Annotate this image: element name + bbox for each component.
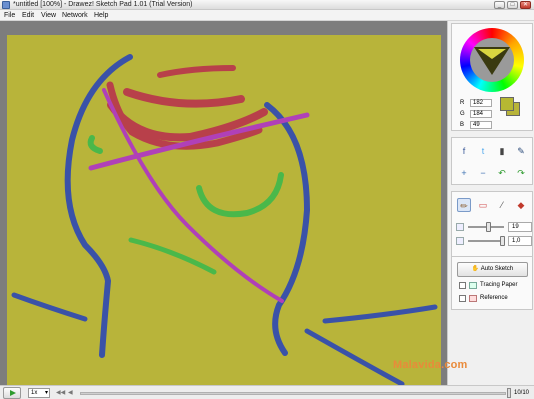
green-value-field[interactable]: 184 [470, 110, 492, 118]
workspace [0, 21, 447, 393]
auto-sketch-button[interactable]: ✋ Auto Sketch [457, 262, 528, 277]
sketch-strokes [11, 54, 438, 387]
stroke-green-eye-left [87, 135, 103, 154]
stroke-blue-right-shoulder [304, 328, 405, 387]
stroke-red-1 [157, 65, 236, 78]
stroke-blue-right-arm [322, 304, 438, 324]
tracing-paper-row[interactable]: Tracing Paper [459, 281, 531, 290]
stroke-green-mouth [128, 237, 217, 275]
tracing-paper-checkbox[interactable] [459, 282, 466, 289]
opacity-track[interactable] [468, 240, 504, 242]
close-button[interactable]: ✕ [520, 1, 531, 9]
share-view-group: f t ▮ ✎ + − ↶ ↷ [451, 137, 533, 185]
red-label: R [460, 100, 465, 106]
undo-icon[interactable]: ↶ [495, 166, 509, 180]
eraser-icon[interactable]: ▭ [476, 198, 490, 212]
zoom-in-icon[interactable]: + [457, 166, 471, 180]
menu-file[interactable]: File [4, 10, 15, 21]
brush-size-field[interactable]: 19 [508, 222, 532, 232]
stroke-blue-left [64, 54, 133, 358]
stroke-red-2 [123, 88, 245, 108]
fill-icon[interactable]: ◆ [514, 198, 528, 212]
opacity-row: 1,0 [456, 236, 534, 246]
frame-counter: 10/10 [514, 390, 530, 396]
step-back-icon[interactable]: ◀ [68, 389, 73, 397]
red-value-field[interactable]: 182 [470, 99, 492, 107]
drawing-canvas[interactable] [7, 35, 441, 393]
reference-icon [469, 295, 477, 302]
timeline-thumb[interactable] [507, 388, 511, 398]
reference-row[interactable]: Reference [459, 294, 531, 303]
opacity-thumb[interactable] [500, 236, 505, 246]
speed-select[interactable]: 1x [28, 388, 50, 398]
maximize-button[interactable]: □ [507, 1, 518, 9]
settings-icon[interactable]: ✎ [514, 144, 528, 158]
brush-size-row: 19 [456, 222, 534, 232]
app-icon [2, 1, 10, 9]
tracing-paper-label: Tracing Paper [480, 282, 518, 288]
timeline-track[interactable] [80, 392, 506, 395]
video-icon[interactable]: ▮ [495, 144, 509, 158]
minimize-button[interactable]: _ [494, 1, 505, 9]
menu-view[interactable]: View [41, 10, 56, 21]
color-picker-group: R 182 G 184 B 49 [451, 23, 533, 131]
menu-network[interactable]: Network [62, 10, 88, 21]
blue-value-field[interactable]: 49 [470, 121, 492, 129]
playback-bar: 1x ◀◀ ◀ 10/10 [0, 385, 534, 399]
watermark: Malavida.com [393, 359, 468, 371]
rewind-icon[interactable]: ◀◀ [56, 389, 65, 397]
foreground-color-swatch[interactable] [500, 97, 514, 111]
color-wheel-center [470, 38, 514, 82]
title-bar: *untitled [100%] - Drawez! Sketch Pad 1.… [0, 0, 534, 10]
zoom-out-icon[interactable]: − [476, 166, 490, 180]
stroke-green-eye-right [196, 172, 284, 218]
hand-icon: ✋ [471, 266, 480, 272]
menu-help[interactable]: Help [94, 10, 108, 21]
reference-label: Reference [480, 295, 508, 301]
menu-bar: File Edit View Network Help [0, 10, 534, 21]
color-wheel[interactable] [460, 28, 524, 92]
redo-icon[interactable]: ↷ [514, 166, 528, 180]
twitter-icon[interactable]: t [476, 144, 490, 158]
facebook-icon[interactable]: f [457, 144, 471, 158]
auto-sketch-group: ✋ Auto Sketch Tracing Paper Reference [451, 256, 533, 310]
opacity-field[interactable]: 1,0 [508, 236, 532, 246]
blue-label: B [460, 122, 465, 128]
brush-size-icon [456, 223, 464, 231]
tool-panel: R 182 G 184 B 49 f t ▮ ✎ + − ↶ ↷ ✏ ▭ ⁄ ◆ 19 [447, 21, 534, 385]
stroke-blue-right [264, 102, 310, 356]
reference-checkbox[interactable] [459, 295, 466, 302]
play-button[interactable] [3, 387, 21, 399]
eyedropper-icon[interactable]: ⁄ [495, 198, 509, 212]
tracing-paper-icon [469, 282, 477, 289]
brush-size-thumb[interactable] [486, 222, 491, 232]
auto-sketch-label: Auto Sketch [480, 266, 514, 272]
menu-edit[interactable]: Edit [22, 10, 34, 21]
pencil-icon[interactable]: ✏ [457, 198, 471, 212]
triangle-highlight [478, 49, 506, 59]
stroke-blue-left-shoulder [11, 292, 88, 322]
green-label: G [460, 111, 465, 117]
opacity-icon [456, 237, 464, 245]
window-title: *untitled [100%] - Drawez! Sketch Pad 1.… [13, 1, 193, 8]
